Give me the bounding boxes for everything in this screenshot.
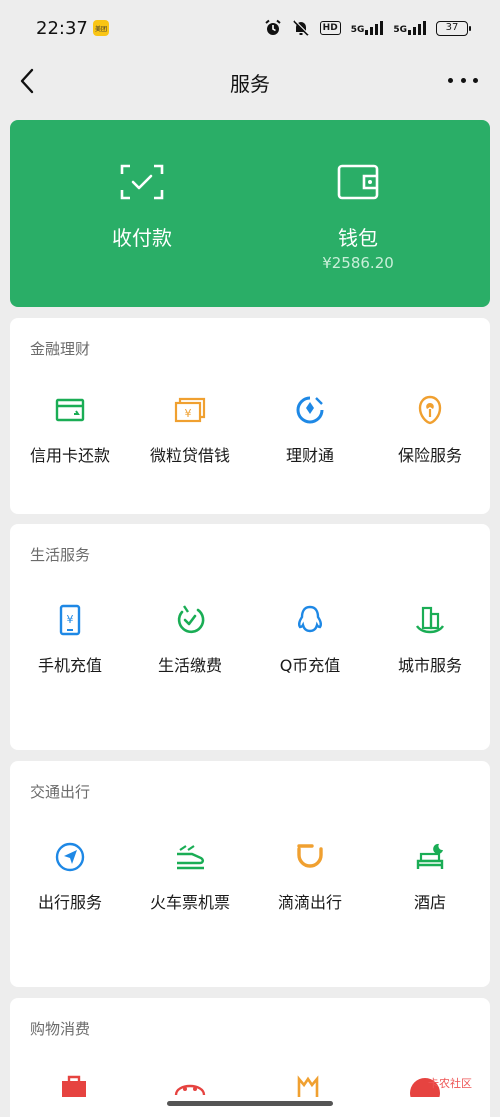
service-insurance[interactable]: 保险服务: [370, 390, 490, 480]
svg-text:¥: ¥: [185, 407, 192, 420]
service-credit-card-repay[interactable]: 信用卡还款: [10, 390, 130, 480]
section-shopping: 购物消费: [10, 998, 490, 1117]
insurance-icon: [418, 395, 442, 425]
pay-receive-label: 收付款: [112, 226, 172, 250]
hd-indicator: HD: [319, 21, 341, 35]
wallet-balance: ¥2586.20: [322, 254, 394, 272]
service-label: 生活缴费: [157, 656, 222, 675]
city-icon: [415, 606, 445, 634]
service-label: 出行服务: [37, 893, 102, 912]
service-city-services[interactable]: 城市服务: [370, 600, 490, 690]
watermark: 卡农社区: [428, 1077, 472, 1090]
service-label: 理财通: [285, 446, 334, 465]
alarm-icon: [265, 19, 281, 35]
service-label: 保险服务: [397, 446, 462, 465]
service-label: Q币充值: [279, 656, 341, 675]
service-phone-recharge[interactable]: ¥ 手机充值: [10, 600, 130, 690]
service-label: 手机充值: [37, 656, 102, 675]
service-label: 酒店: [413, 893, 446, 912]
service-grid: ¥ 手机充值 生活缴费 Q币充值 城市服务: [10, 600, 490, 690]
section-title: 金融理财: [30, 340, 91, 358]
home-indicator[interactable]: [167, 1101, 333, 1106]
service-travel[interactable]: 出行服务: [10, 837, 130, 927]
utility-icon: [177, 605, 205, 634]
service-grid: 信用卡还款 ¥ 微粒贷借钱 理财通 保险服务: [10, 390, 490, 480]
nav-bar: 服务: [0, 56, 500, 106]
svg-text:¥: ¥: [67, 613, 74, 626]
network-label: 5G: [393, 25, 407, 35]
service-train-flight[interactable]: 火车票机票: [130, 837, 250, 927]
service-label: 信用卡还款: [29, 446, 110, 465]
wallet-icon: [337, 164, 379, 200]
service-didi[interactable]: 滴滴出行: [250, 837, 370, 927]
signal-5g-icon: 5G: [351, 21, 384, 35]
didi-icon: [297, 844, 323, 868]
service-hotel[interactable]: 酒店: [370, 837, 490, 927]
status-time: 22:37: [36, 18, 88, 39]
page-title: 服务: [230, 72, 270, 96]
service-licaitong[interactable]: 理财通: [250, 390, 370, 480]
loan-icon: ¥: [174, 397, 206, 423]
wallet-label: 钱包: [338, 226, 378, 250]
service-label: 城市服务: [397, 656, 462, 675]
service-qcoin-recharge[interactable]: Q币充值: [250, 600, 370, 690]
more-options-icon[interactable]: [448, 68, 478, 92]
section-transport: 交通出行 出行服务 火车票机票 滴滴出行 酒店: [10, 761, 490, 987]
service-label: 微粒贷借钱: [149, 446, 230, 465]
scan-pay-icon: [120, 164, 164, 200]
qq-icon: [297, 605, 323, 633]
phone-recharge-icon: ¥: [59, 604, 81, 636]
signal-5g-icon: 5G: [393, 21, 426, 35]
wealth-icon: [296, 396, 324, 424]
meituan-icon[interactable]: [294, 1075, 322, 1097]
food-icon[interactable]: [172, 1075, 208, 1097]
meituan-badge-icon: 美团: [93, 20, 109, 36]
section-finance: 金融理财 信用卡还款 ¥ 微粒贷借钱 理财通 保险服务: [10, 318, 490, 514]
service-weilidai-loan[interactable]: ¥ 微粒贷借钱: [130, 390, 250, 480]
section-life: 生活服务 ¥ 手机充值 生活缴费 Q币充值 城市服务: [10, 524, 490, 750]
status-icons: HD 5G 5G 37: [264, 18, 471, 38]
hotel-icon: [416, 843, 444, 869]
hero-card: 收付款 钱包 ¥2586.20: [10, 120, 490, 307]
section-title: 购物消费: [30, 1020, 91, 1038]
wallet-button[interactable]: 钱包 ¥2586.20: [238, 120, 478, 307]
credit-card-icon: [55, 398, 85, 422]
service-grid: 出行服务 火车票机票 滴滴出行 酒店: [10, 837, 490, 927]
train-icon: [177, 845, 204, 870]
service-label: 火车票机票: [149, 893, 230, 912]
battery-icon: 37: [436, 20, 471, 36]
mute-bell-icon: [292, 20, 309, 36]
shopping-bag-icon[interactable]: [58, 1075, 90, 1097]
navigation-icon: [55, 842, 85, 872]
service-utility-payment[interactable]: 生活缴费: [130, 600, 250, 690]
network-label: 5G: [350, 25, 365, 35]
pay-receive-button[interactable]: 收付款: [22, 120, 262, 307]
section-title: 交通出行: [30, 783, 91, 801]
section-title: 生活服务: [30, 546, 91, 564]
status-bar: 22:37 美团 HD 5G 5G 37: [0, 0, 500, 56]
service-label: 滴滴出行: [277, 893, 342, 912]
